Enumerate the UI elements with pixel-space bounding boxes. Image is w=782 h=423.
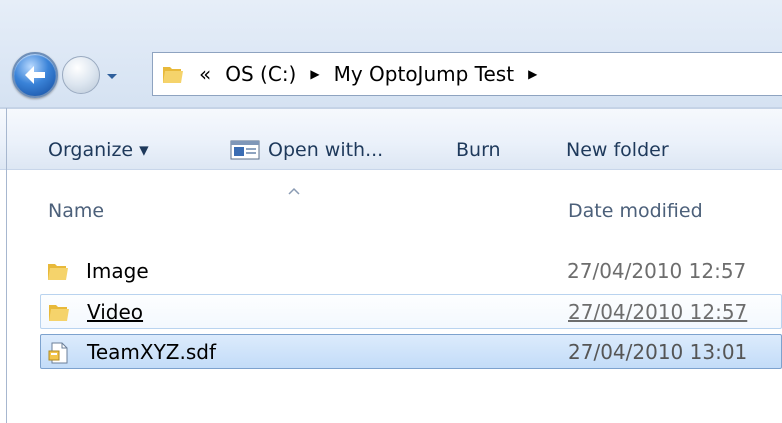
open-with-icon [230, 140, 260, 160]
column-header-date-modified[interactable]: Date modified [568, 200, 703, 222]
recent-pages-button[interactable] [103, 62, 121, 90]
file-name: Image [86, 259, 149, 283]
file-date: 27/04/2010 12:57 [568, 300, 748, 324]
new-folder-button[interactable]: New folder [566, 139, 669, 161]
sort-ascending-icon [288, 187, 300, 195]
document-icon [48, 342, 68, 364]
organize-button[interactable]: Organize ▾ [48, 139, 149, 161]
breadcrumb-os-c[interactable]: OS (C:) [225, 62, 296, 86]
breadcrumb-separator[interactable]: ▶ [528, 67, 537, 81]
open-with-button[interactable]: Open with... [230, 139, 383, 161]
folder-icon [49, 305, 69, 321]
file-name: TeamXYZ.sdf [87, 340, 216, 364]
address-overflow-button[interactable]: « [199, 62, 211, 86]
forward-button[interactable] [62, 56, 100, 94]
command-bar: Organize ▾ Open with... Burn New folder [0, 109, 782, 170]
pane-border [6, 108, 7, 423]
address-bar[interactable]: « OS (C:) ▶ My OptoJump Test ▶ [152, 52, 782, 96]
open-with-label: Open with... [268, 139, 384, 161]
list-item[interactable]: Video 27/04/2010 12:57 [40, 294, 782, 329]
list-item[interactable]: Image 27/04/2010 12:57 [40, 254, 782, 289]
breadcrumb-separator[interactable]: ▶ [310, 67, 319, 81]
file-name: Video [87, 300, 144, 324]
burn-button[interactable]: Burn [456, 139, 501, 161]
back-button[interactable] [12, 52, 58, 98]
back-arrow-icon [25, 66, 45, 84]
file-date: 27/04/2010 12:57 [567, 259, 747, 283]
list-item[interactable]: TeamXYZ.sdf 27/04/2010 13:01 [40, 334, 782, 369]
column-header-name[interactable]: Name [48, 200, 104, 222]
chevron-down-icon [107, 74, 117, 79]
file-date: 27/04/2010 13:01 [568, 340, 748, 364]
breadcrumb-my-optojump-test[interactable]: My OptoJump Test [334, 62, 514, 86]
folder-icon [48, 264, 68, 280]
folder-icon [163, 67, 183, 83]
